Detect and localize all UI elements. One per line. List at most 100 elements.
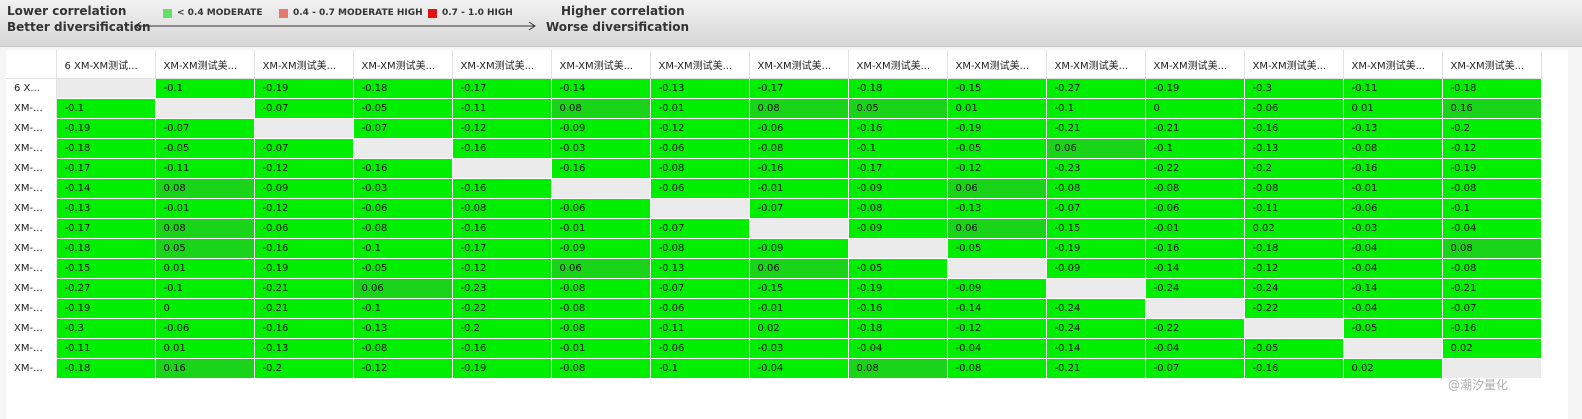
correlation-cell[interactable]: -0.23 [452,278,552,299]
row-header[interactable]: XM-... [6,238,57,259]
correlation-cell[interactable]: -0.11 [56,338,156,359]
correlation-cell[interactable]: -0.07 [1442,298,1542,319]
correlation-cell[interactable]: -0.23 [1046,158,1146,179]
correlation-cell[interactable]: -0.11 [650,318,750,339]
column-header[interactable]: XM-XM测试美... [1244,50,1344,79]
correlation-cell[interactable]: -0.06 [254,218,354,239]
correlation-cell[interactable]: -0.04 [947,338,1047,359]
correlation-cell[interactable]: -0.12 [254,198,354,219]
correlation-cell[interactable]: -0.19 [1145,78,1245,99]
diagonal-cell[interactable] [56,78,156,99]
correlation-cell[interactable]: -0.16 [848,298,948,319]
correlation-cell[interactable]: -0.11 [1343,78,1443,99]
correlation-cell[interactable]: -0.1 [1046,98,1146,119]
row-header[interactable]: XM-... [6,298,57,319]
correlation-cell[interactable]: -0.21 [254,298,354,319]
correlation-cell[interactable]: -0.08 [848,198,948,219]
correlation-cell[interactable]: -0.19 [452,358,552,379]
column-header[interactable]: XM-XM测试美... [1145,50,1245,79]
correlation-cell[interactable]: 0.06 [947,178,1047,199]
row-header[interactable]: XM-... [6,258,57,279]
correlation-cell[interactable]: -0.07 [254,138,354,159]
correlation-cell[interactable]: -0.07 [749,198,849,219]
correlation-cell[interactable]: -0.19 [56,118,156,139]
correlation-cell[interactable]: -0.05 [353,258,453,279]
correlation-cell[interactable]: -0.2 [1244,158,1344,179]
correlation-cell[interactable]: -0.16 [848,118,948,139]
correlation-cell[interactable]: -0.22 [1145,318,1245,339]
correlation-cell[interactable]: -0.27 [1046,78,1146,99]
correlation-cell[interactable]: -0.08 [1343,138,1443,159]
correlation-cell[interactable]: 0 [155,298,255,319]
correlation-cell[interactable]: -0.01 [1145,218,1245,239]
correlation-cell[interactable]: -0.14 [551,78,651,99]
correlation-cell[interactable]: -0.16 [254,318,354,339]
correlation-cell[interactable]: -0.08 [1244,178,1344,199]
correlation-cell[interactable]: 0.01 [947,98,1047,119]
correlation-cell[interactable]: -0.08 [551,278,651,299]
correlation-cell[interactable]: -0.24 [1244,278,1344,299]
correlation-cell[interactable]: -0.16 [254,238,354,259]
correlation-cell[interactable]: -0.03 [1343,218,1443,239]
correlation-cell[interactable]: -0.07 [1046,198,1146,219]
correlation-cell[interactable]: -0.18 [1244,238,1344,259]
correlation-cell[interactable]: -0.12 [452,118,552,139]
correlation-cell[interactable]: -0.16 [452,218,552,239]
correlation-cell[interactable]: -0.08 [551,358,651,379]
diagonal-cell[interactable] [1244,318,1344,339]
correlation-cell[interactable]: -0.14 [947,298,1047,319]
correlation-cell[interactable]: -0.16 [452,178,552,199]
correlation-cell[interactable]: -0.2 [1442,118,1542,139]
row-header[interactable]: XM-... [6,358,57,379]
column-header[interactable]: XM-XM测试美... [551,50,651,79]
correlation-cell[interactable]: -0.12 [650,118,750,139]
correlation-cell[interactable]: -0.01 [749,298,849,319]
correlation-cell[interactable]: -0.06 [551,198,651,219]
correlation-cell[interactable]: -0.1 [1442,198,1542,219]
correlation-cell[interactable]: 0.02 [1442,338,1542,359]
correlation-cell[interactable]: 0.05 [848,98,948,119]
correlation-cell[interactable]: -0.22 [1145,158,1245,179]
correlation-cell[interactable]: -0.15 [749,278,849,299]
correlation-cell[interactable]: -0.13 [1343,118,1443,139]
correlation-cell[interactable]: -0.1 [353,298,453,319]
correlation-cell[interactable]: -0.1 [353,238,453,259]
correlation-cell[interactable]: -0.06 [155,318,255,339]
correlation-cell[interactable]: -0.16 [551,158,651,179]
correlation-cell[interactable]: -0.08 [1442,258,1542,279]
correlation-cell[interactable]: -0.06 [650,338,750,359]
correlation-cell[interactable]: -0.16 [452,338,552,359]
correlation-cell[interactable]: 0.16 [1442,98,1542,119]
correlation-cell[interactable]: 0.08 [1442,238,1542,259]
row-header[interactable]: XM-... [6,158,57,179]
correlation-cell[interactable]: 0.01 [1343,98,1443,119]
correlation-cell[interactable]: -0.13 [650,78,750,99]
correlation-cell[interactable]: -0.21 [1145,118,1245,139]
correlation-cell[interactable]: -0.17 [749,78,849,99]
column-header[interactable]: XM-XM测试美... [452,50,552,79]
correlation-cell[interactable]: -0.17 [452,78,552,99]
correlation-cell[interactable]: -0.06 [650,178,750,199]
correlation-cell[interactable]: 0.02 [749,318,849,339]
correlation-cell[interactable]: -0.2 [452,318,552,339]
diagonal-cell[interactable] [254,118,354,139]
correlation-cell[interactable]: 0 [1145,98,1245,119]
correlation-cell[interactable]: -0.14 [1046,338,1146,359]
correlation-cell[interactable]: -0.18 [353,78,453,99]
correlation-cell[interactable]: -0.04 [848,338,948,359]
correlation-cell[interactable]: -0.16 [452,138,552,159]
correlation-cell[interactable]: -0.06 [749,118,849,139]
correlation-cell[interactable]: -0.05 [848,258,948,279]
correlation-cell[interactable]: 0.05 [155,238,255,259]
correlation-cell[interactable]: -0.12 [947,318,1047,339]
correlation-cell[interactable]: -0.12 [1244,258,1344,279]
correlation-cell[interactable]: 0.02 [1244,218,1344,239]
correlation-cell[interactable]: 0.08 [155,218,255,239]
row-header[interactable]: XM-... [6,318,57,339]
correlation-cell[interactable]: -0.2 [254,358,354,379]
correlation-cell[interactable]: -0.17 [56,218,156,239]
correlation-cell[interactable]: -0.19 [1046,238,1146,259]
correlation-cell[interactable]: -0.08 [353,338,453,359]
diagonal-cell[interactable] [1145,298,1245,319]
column-header[interactable]: XM-XM测试美... [947,50,1047,79]
